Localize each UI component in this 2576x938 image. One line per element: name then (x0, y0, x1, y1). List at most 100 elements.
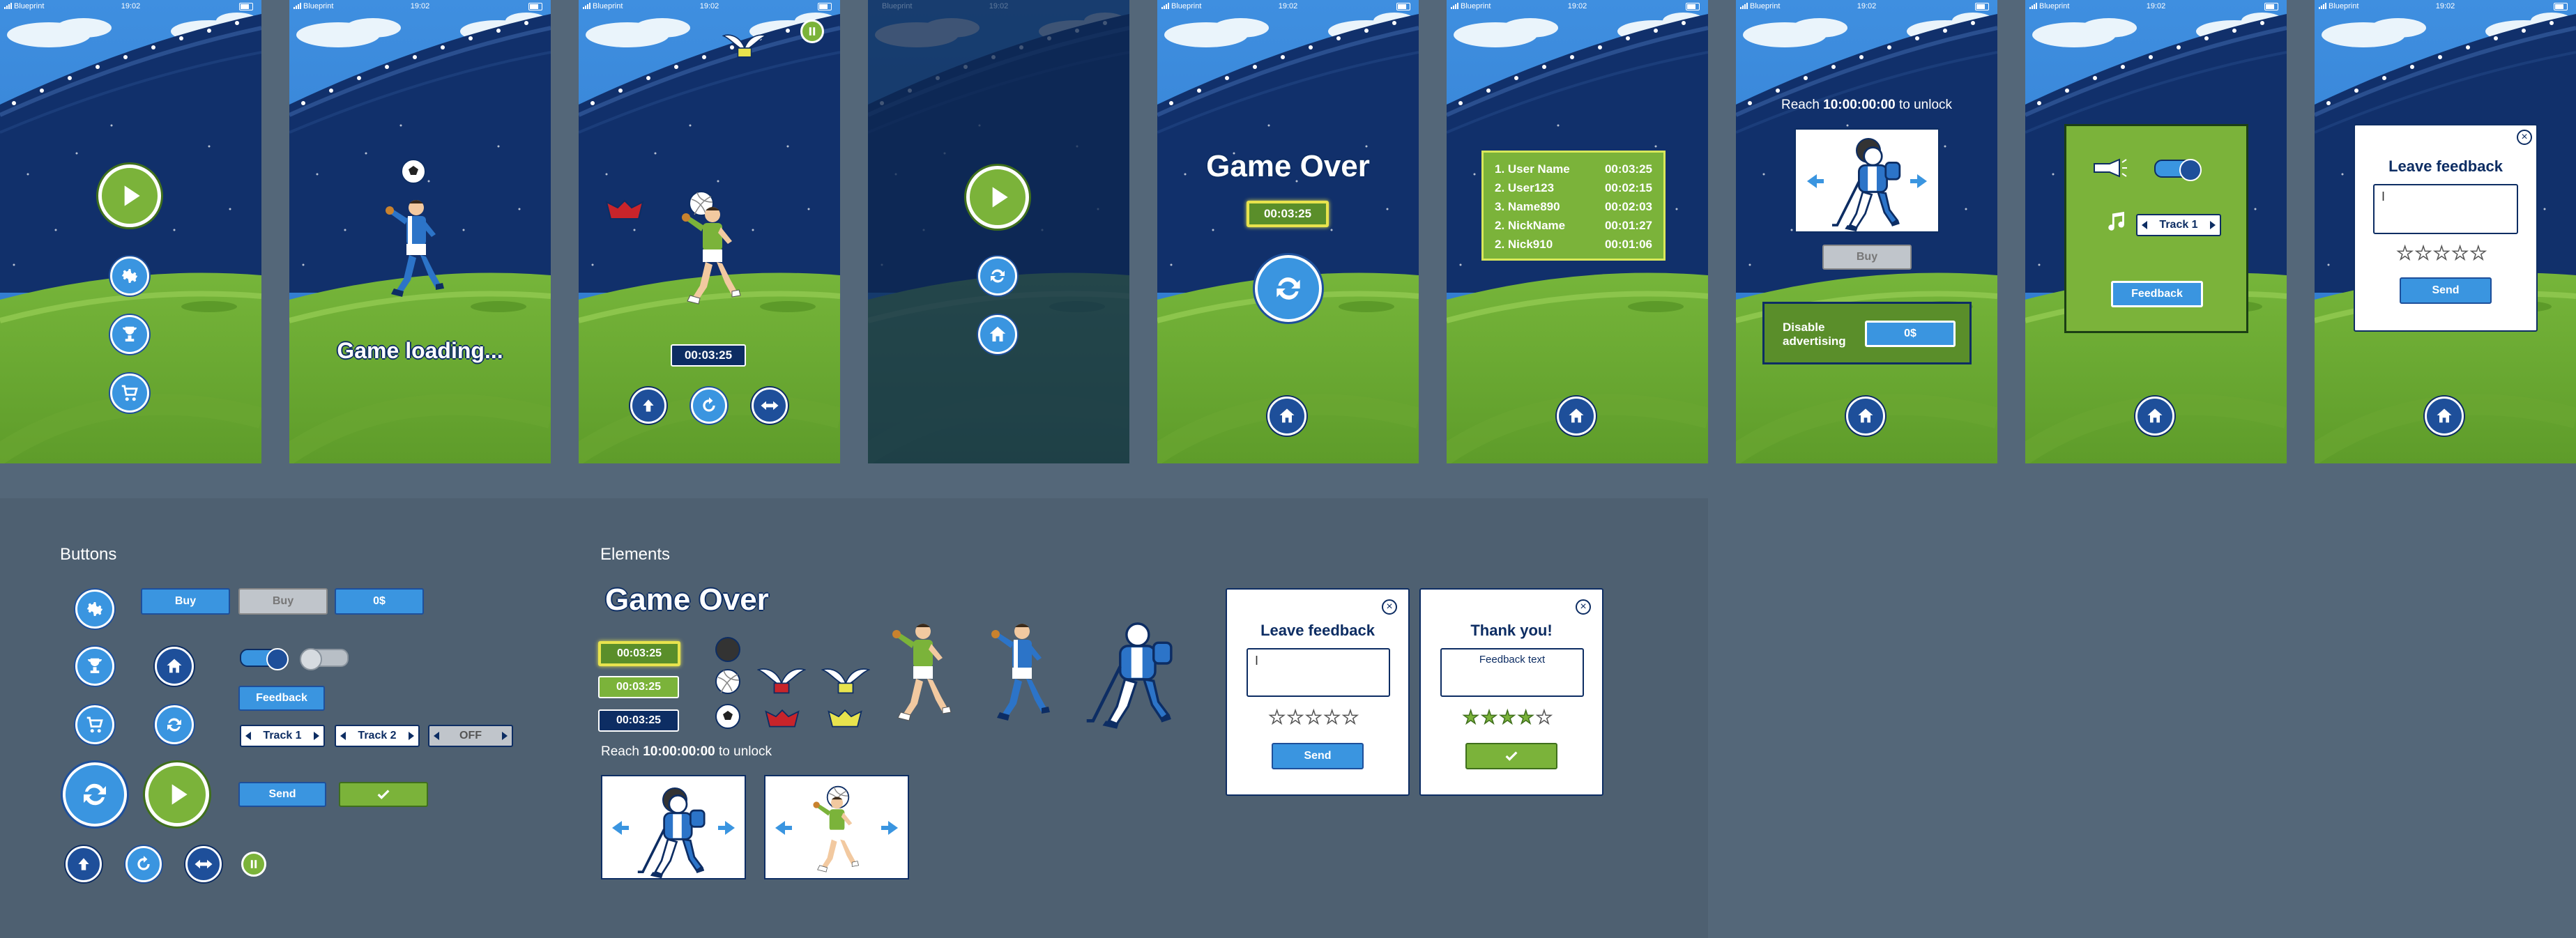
kit-settings-button[interactable] (75, 590, 114, 629)
kit-game-over-title: Game Over (605, 583, 769, 617)
kit-track-2-selector[interactable]: Track 2 (335, 725, 420, 747)
volleyball-icon (714, 668, 742, 695)
leaderboard-row: 2. NickName 00:01:27 (1495, 219, 1652, 232)
kit-track-1-selector[interactable]: Track 1 (240, 725, 325, 747)
kit-trophy-button[interactable] (75, 647, 114, 686)
disable-ads-label: Disable advertising (1783, 321, 1846, 348)
music-track-selector[interactable]: Track 1 (2136, 214, 2221, 236)
prev-character-arrow-icon[interactable] (612, 821, 629, 835)
send-button[interactable]: Send (1272, 743, 1364, 769)
spin-button[interactable] (691, 387, 727, 424)
restart-icon (164, 714, 185, 735)
star-filled-icon: ★ (1517, 707, 1534, 728)
screen-feedback: Blueprint 19:02 × Leave feedback I ★ ★ ★ ★ ★… (2315, 0, 2576, 463)
home-icon (1277, 406, 1297, 426)
rating-stars[interactable]: ★ ★ ★ ★ ★ (2396, 243, 2487, 263)
star-icon[interactable]: ★ (1305, 707, 1323, 727)
prev-track-icon[interactable] (2142, 221, 2147, 229)
kit-price-button[interactable]: 0$ (335, 588, 424, 615)
feedback-button[interactable]: Feedback (2111, 281, 2203, 307)
game-over-title: Game Over (1206, 149, 1370, 183)
thank-you-title: Thank you! (1470, 622, 1553, 639)
star-icon[interactable]: ★ (2396, 243, 2414, 263)
kit-buy-button[interactable]: Buy (141, 588, 230, 615)
home-button[interactable] (978, 315, 1017, 354)
wings-yellow-icon (821, 663, 870, 697)
prev-track-icon[interactable] (434, 732, 439, 740)
kit-confirm-button[interactable] (339, 782, 428, 807)
kit-cart-button[interactable] (75, 705, 114, 744)
status-bar: Blueprint 19:02 (2025, 0, 2287, 13)
send-button[interactable]: Send (2400, 277, 2492, 304)
close-icon[interactable]: × (1576, 599, 1591, 615)
rating-stars[interactable]: ★ ★ ★ ★ ★ (1268, 707, 1359, 727)
kit-big-play-button[interactable] (145, 762, 209, 826)
next-character-arrow-icon[interactable] (1910, 174, 1927, 188)
kit-track-off-selector[interactable]: OFF (428, 725, 513, 747)
home-button[interactable] (1267, 397, 1306, 436)
next-track-icon[interactable] (2210, 221, 2216, 229)
star-icon[interactable]: ★ (1268, 707, 1286, 727)
shop-button[interactable] (110, 374, 149, 413)
settings-button[interactable] (110, 256, 149, 295)
leaderboard-row: 2. Nick910 00:01:06 (1495, 238, 1652, 251)
checkmark-icon (1504, 748, 1519, 764)
play-button[interactable] (98, 164, 161, 227)
kit-jump-button[interactable] (66, 846, 102, 882)
star-icon[interactable]: ★ (2415, 243, 2432, 263)
kit-toggle-on[interactable] (240, 648, 289, 670)
hockey-player-image (636, 792, 712, 879)
next-character-arrow-icon[interactable] (881, 821, 898, 835)
kit-send-button[interactable]: Send (238, 782, 326, 807)
star-icon[interactable]: ★ (2433, 243, 2451, 263)
buy-button[interactable]: Buy (1822, 245, 1912, 270)
next-character-arrow-icon[interactable] (718, 821, 735, 835)
restart-button[interactable] (978, 256, 1017, 295)
jump-button[interactable] (630, 387, 666, 424)
kit-spin-button[interactable] (125, 846, 162, 882)
sound-toggle[interactable] (2154, 159, 2202, 181)
play-again-button[interactable] (1255, 255, 1322, 322)
star-icon[interactable]: ★ (2451, 243, 2469, 263)
feedback-input[interactable]: I (2373, 184, 2518, 234)
move-button[interactable] (752, 387, 788, 424)
prev-character-arrow-icon[interactable] (775, 821, 792, 835)
next-track-icon[interactable] (502, 732, 508, 740)
kit-feedback-button[interactable]: Feedback (238, 686, 325, 711)
star-icon[interactable]: ★ (1341, 707, 1359, 727)
prev-track-icon[interactable] (340, 732, 346, 740)
arrow-up-icon (639, 397, 657, 415)
kit-home-button[interactable] (155, 647, 194, 686)
star-icon[interactable]: ★ (1323, 707, 1341, 727)
leaderboard-button[interactable] (110, 315, 149, 354)
confirm-button[interactable] (1465, 743, 1557, 769)
resume-button[interactable] (966, 166, 1029, 229)
kit-timer-green: 00:03:25 (598, 676, 679, 698)
clock-label: 19:02 (2146, 2, 2166, 10)
home-button[interactable] (2135, 397, 2174, 436)
star-icon: ★ (1535, 707, 1553, 728)
kit-restart-button[interactable] (155, 705, 194, 744)
close-icon[interactable]: × (1382, 599, 1397, 615)
kit-big-restart-button[interactable] (63, 762, 127, 826)
home-button[interactable] (2425, 397, 2464, 436)
next-track-icon[interactable] (314, 732, 319, 740)
kit-move-button[interactable] (185, 846, 222, 882)
prev-character-arrow-icon[interactable] (1807, 174, 1824, 188)
star-icon[interactable]: ★ (1287, 707, 1304, 727)
next-track-icon[interactable] (409, 732, 414, 740)
home-button[interactable] (1846, 397, 1885, 436)
star-icon[interactable]: ★ (2469, 243, 2487, 263)
home-button[interactable] (1557, 397, 1596, 436)
kit-buy-disabled-button[interactable]: Buy (238, 588, 328, 615)
screen-gameplay: Blueprint 19:02 00:03:25 (579, 0, 840, 463)
kit-pause-button[interactable] (241, 852, 266, 877)
pause-icon (247, 857, 261, 871)
close-icon[interactable]: × (2517, 130, 2532, 145)
feedback-input[interactable]: I (1247, 648, 1390, 697)
disable-ads-price-button[interactable]: 0$ (1865, 321, 1956, 347)
pause-button[interactable] (800, 20, 824, 43)
home-icon (987, 324, 1008, 345)
prev-track-icon[interactable] (245, 732, 251, 740)
kit-toggle-off[interactable] (300, 648, 349, 670)
